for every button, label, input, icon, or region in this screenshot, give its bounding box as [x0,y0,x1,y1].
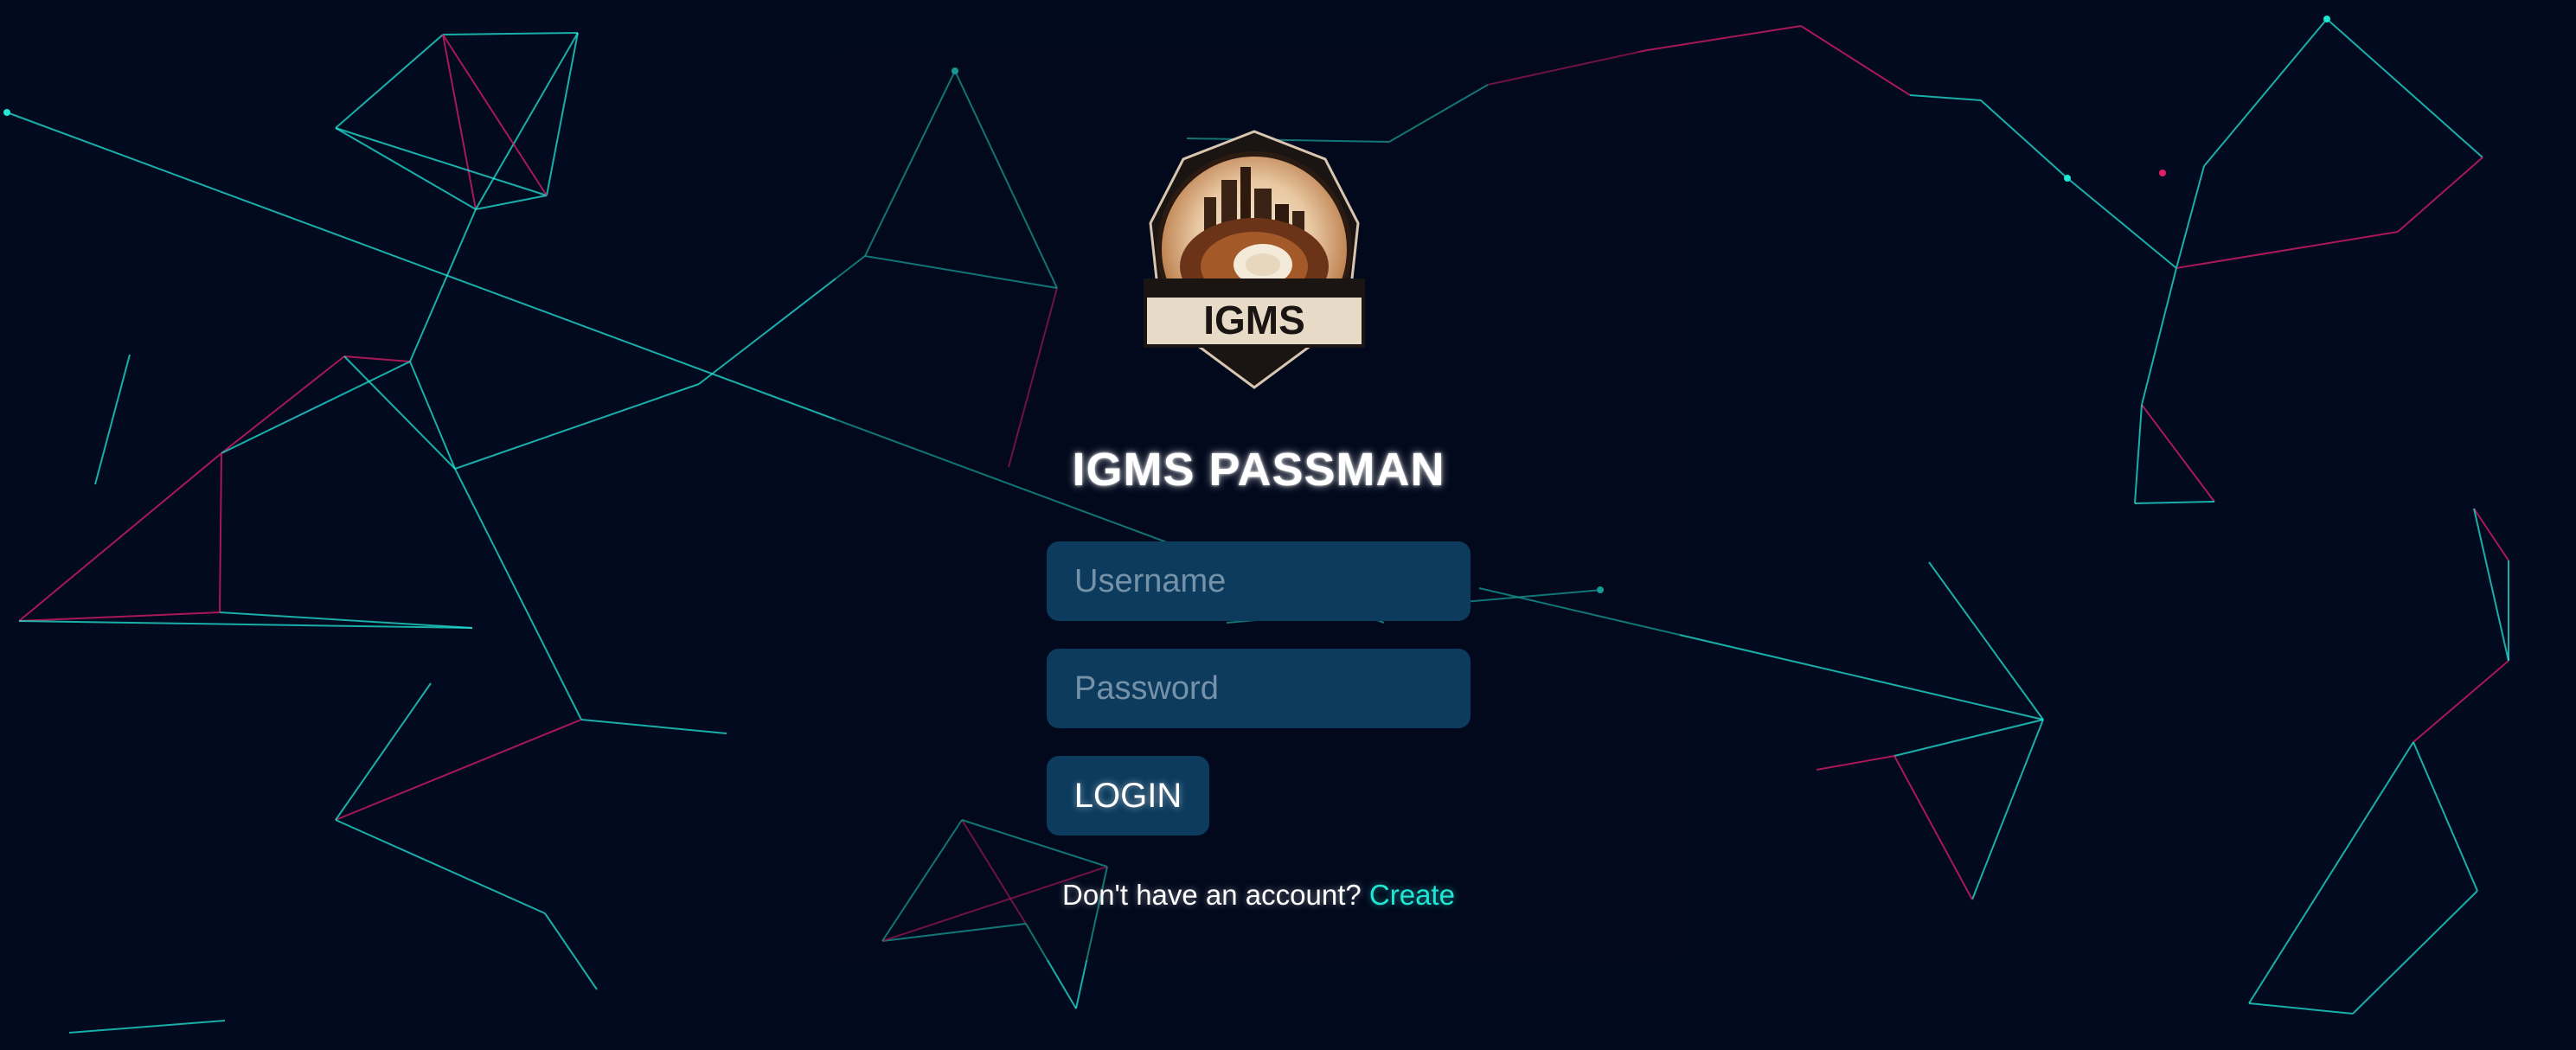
network-line [2473,508,2509,662]
network-line [442,32,579,35]
network-line [221,355,345,454]
network-line [454,383,700,470]
network-line [2176,231,2399,269]
signup-prompt: Don't have an account? [1062,879,1362,911]
login-button[interactable]: LOGIN [1047,756,1209,836]
network-line [2141,404,2215,503]
network-line [335,682,432,821]
network-line [221,361,411,454]
network-line [2134,404,2143,504]
network-line [1971,719,2044,900]
network-node [3,109,10,116]
network-line [335,127,548,196]
signup-line: Don't have an account? Create [1021,879,1496,912]
igms-logo: IGMS [1144,130,1365,389]
page-title: IGMS PASSMAN [1072,444,1445,496]
network-node [2064,175,2071,182]
network-line [2203,18,2328,167]
network-line [18,611,221,622]
network-line [475,32,579,210]
create-account-link[interactable]: Create [1369,879,1455,911]
network-line [2413,660,2509,743]
network-line [409,208,477,362]
network-line [2176,165,2205,269]
network-line [1980,99,2068,179]
network-line [1646,25,1802,51]
network-line [219,452,222,613]
logo-text: IGMS [1203,298,1305,343]
network-line [335,127,477,210]
network-line [409,361,456,470]
network-line [1800,25,1911,96]
network-line [1909,94,1982,101]
network-line [1894,719,2044,757]
network-line [2413,741,2478,892]
network-line [1816,755,1895,771]
network-node [2323,16,2330,22]
network-line [546,32,579,196]
network-line [343,355,456,470]
network-line [544,912,598,990]
network-line [335,719,582,821]
password-input[interactable] [1047,649,1471,728]
network-line [1894,755,1973,900]
network-line [2397,157,2483,233]
network-line [343,355,411,362]
network-line [2352,890,2478,1015]
username-input[interactable] [1047,541,1471,621]
network-line [475,195,548,210]
network-line [335,819,546,914]
network-node [2159,170,2166,176]
network-line [335,34,444,129]
network-line [2141,267,2177,406]
network-line [1928,561,2044,720]
network-line [454,468,582,720]
network-line [18,452,222,622]
network-line [94,354,131,485]
network-line [2134,501,2215,504]
network-line [2248,1002,2354,1015]
network-line [68,1020,226,1034]
network-line [2248,741,2414,1004]
network-line [2067,177,2177,269]
network-line [580,719,727,734]
network-line [2326,18,2483,158]
